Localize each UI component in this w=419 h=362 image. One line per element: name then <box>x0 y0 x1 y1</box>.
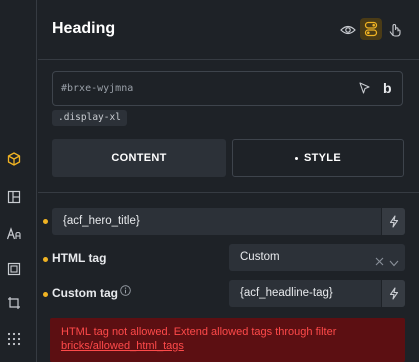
html-tag-label: HTML tag <box>52 251 107 265</box>
eye-icon[interactable] <box>338 20 358 40</box>
error-text: HTML tag not allowed. Extend allowed tag… <box>61 325 396 353</box>
bolt-icon <box>389 215 398 228</box>
chevron-down-icon[interactable] <box>389 254 399 272</box>
pointer-cursor-icon[interactable] <box>385 20 405 40</box>
element-panel: Heading #brxe-wyjmna b .display-xl CONTE… <box>38 0 419 362</box>
cursor-arrow-icon[interactable] <box>359 82 371 100</box>
element-id-field[interactable]: #brxe-wyjmna b <box>52 71 403 106</box>
divider <box>38 192 419 193</box>
frame-icon[interactable] <box>5 260 23 278</box>
dynamic-data-button[interactable] <box>381 208 405 235</box>
clear-icon[interactable] <box>375 253 384 271</box>
tab-style[interactable]: STYLE <box>232 139 404 177</box>
modified-indicator <box>43 219 48 224</box>
class-chip[interactable]: .display-xl <box>52 110 127 126</box>
dynamic-data-button[interactable] <box>381 280 405 307</box>
modified-indicator <box>43 257 48 262</box>
element-id-text: #brxe-wyjmna <box>61 83 134 94</box>
tab-style-label: STYLE <box>304 152 341 164</box>
bricks-logo-icon[interactable]: b <box>383 80 392 96</box>
custom-tag-field[interactable]: {acf_headline-tag} <box>229 280 405 307</box>
text-dynamic-value: {acf_hero_title} <box>63 215 140 227</box>
custom-tag-value: {acf_headline-tag} <box>240 287 333 299</box>
toggle-icon[interactable] <box>360 18 382 40</box>
cube-icon[interactable] <box>5 150 23 168</box>
crop-icon[interactable] <box>5 294 23 312</box>
text-dynamic-field[interactable]: {acf_hero_title} <box>52 208 405 235</box>
error-message: HTML tag not allowed. Extend allowed tag… <box>61 326 337 338</box>
panel-header: Heading <box>38 0 419 60</box>
html-tag-value: Custom <box>240 251 280 263</box>
left-rail <box>0 0 37 362</box>
bolt-icon <box>389 287 398 300</box>
typography-icon[interactable] <box>5 225 23 243</box>
panel-title: Heading <box>52 20 116 37</box>
layout-icon[interactable] <box>5 188 23 206</box>
tab-content[interactable]: CONTENT <box>52 139 226 177</box>
html-tag-select[interactable]: Custom <box>229 244 405 271</box>
info-icon[interactable] <box>120 283 131 301</box>
modified-indicator <box>43 292 48 297</box>
tab-content-label: CONTENT <box>111 152 167 164</box>
error-link[interactable]: bricks/allowed_html_tags <box>61 340 184 352</box>
tab-style-dot <box>295 156 299 160</box>
custom-tag-label: Custom tag <box>52 286 118 300</box>
grid-dots-icon[interactable] <box>5 330 23 348</box>
error-message-box: HTML tag not allowed. Extend allowed tag… <box>50 318 405 362</box>
